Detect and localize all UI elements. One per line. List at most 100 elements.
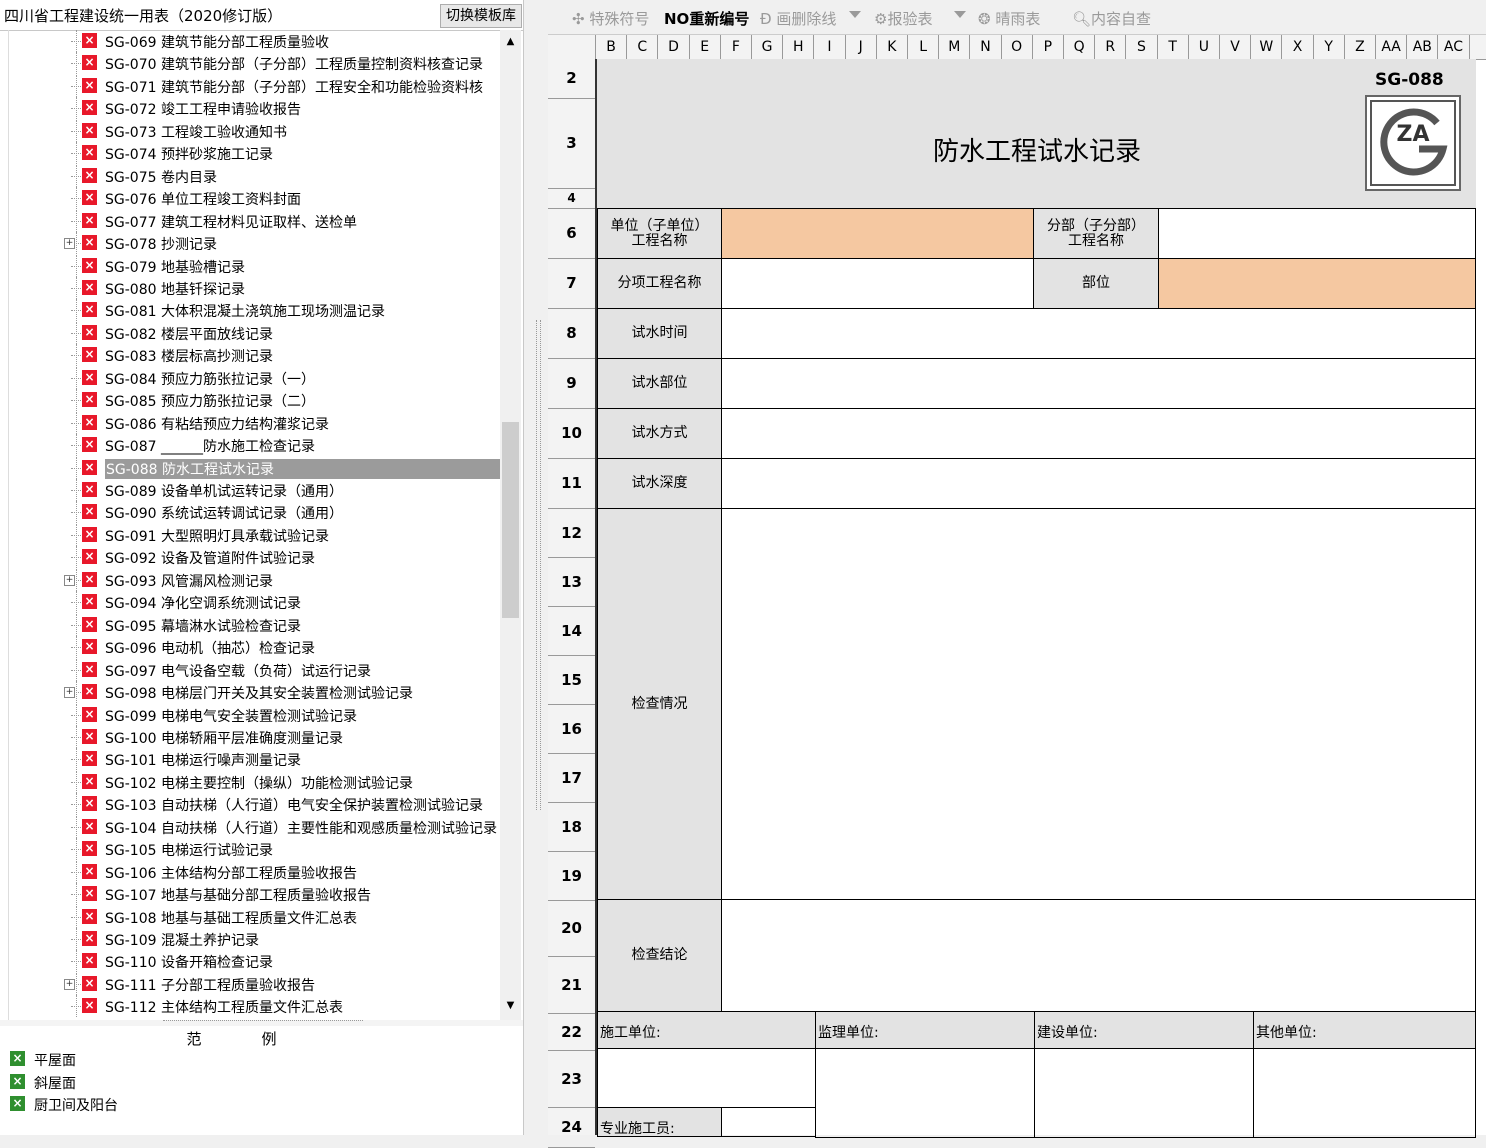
- column-header[interactable]: AB: [1407, 35, 1439, 59]
- test-depth-field[interactable]: [721, 458, 1476, 509]
- other-unit-field[interactable]: [1253, 1048, 1476, 1138]
- row-header[interactable]: 24: [548, 1108, 595, 1148]
- owner-unit-field[interactable]: [1034, 1048, 1254, 1138]
- row-header[interactable]: 16: [548, 705, 595, 754]
- column-header[interactable]: N: [970, 35, 1002, 59]
- column-header[interactable]: U: [1189, 35, 1220, 59]
- column-header[interactable]: AC: [1438, 35, 1470, 59]
- column-header[interactable]: S: [1126, 35, 1158, 59]
- tree-item[interactable]: × SG-088 防水工程试水记录: [9, 456, 502, 479]
- tree-item[interactable]: × SG-099 电梯电气安全装置检测试验记录: [9, 703, 501, 726]
- tree-item[interactable]: × SG-107 地基与基础分部工程质量验收报告: [9, 883, 501, 906]
- row-header[interactable]: 19: [548, 852, 595, 901]
- column-header[interactable]: T: [1158, 35, 1189, 59]
- column-header[interactable]: H: [783, 35, 815, 59]
- tree-item[interactable]: × SG-070 建筑节能分部（子分部）工程质量控制资料核查记录: [9, 52, 501, 75]
- tree-item[interactable]: × SG-094 净化空调系统测试记录: [9, 591, 501, 614]
- tree-item[interactable]: × SG-077 建筑工程材料见证取样、送检单: [9, 209, 501, 232]
- row-header[interactable]: 14: [548, 607, 595, 656]
- tree-item[interactable]: × SG-080 地基钎探记录: [9, 276, 501, 299]
- column-header[interactable]: Y: [1314, 35, 1345, 59]
- tree-item[interactable]: × SG-106 主体结构分部工程质量验收报告: [9, 860, 501, 883]
- tree-item[interactable]: × SG-105 电梯运行试验记录: [9, 838, 501, 861]
- tree-item[interactable]: × SG-090 系统试运转调试记录（通用）: [9, 501, 501, 524]
- tree-item[interactable]: × SG-096 电动机（抽芯）检查记录: [9, 636, 501, 659]
- tree-item[interactable]: × SG-069 建筑节能分部工程质量验收: [9, 30, 501, 52]
- inspection-form-button[interactable]: ⚙报验表: [874, 8, 932, 29]
- scroll-up-arrow-icon[interactable]: ▲: [500, 32, 521, 52]
- self-check-button[interactable]: 🔍︎内容自查: [1072, 8, 1151, 29]
- tree-item[interactable]: × SG-074 预拌砂浆施工记录: [9, 142, 501, 165]
- row-header[interactable]: 15: [548, 656, 595, 705]
- tree-item[interactable]: × SG-072 竣工工程申请验收报告: [9, 97, 501, 120]
- tree-item[interactable]: × SG-089 设备单机试运转记录（通用）: [9, 479, 501, 501]
- expand-icon[interactable]: +: [64, 687, 75, 699]
- template-tree[interactable]: × SG-069 建筑节能分部工程质量验收 × SG-070 建筑节能分部（子分部）工…: [8, 30, 523, 1020]
- tree-item[interactable]: × SG-092 设备及管道附件试验记录: [9, 546, 501, 569]
- tree-item[interactable]: × SG-081 大体积混凝土浇筑施工现场测温记录: [9, 299, 501, 322]
- chevron-down-icon[interactable]: [954, 11, 966, 18]
- column-header[interactable]: D: [658, 35, 690, 59]
- column-header[interactable]: O: [1002, 35, 1033, 59]
- row-header[interactable]: 20: [548, 901, 595, 957]
- conclusion-field[interactable]: [721, 899, 1476, 1012]
- splitter-grip[interactable]: [536, 320, 541, 810]
- row-header[interactable]: 3: [548, 99, 595, 189]
- tree-item[interactable]: × SG-103 自动扶梯（人行道）电气安全保护装置检测试验记录: [9, 793, 501, 816]
- expand-icon[interactable]: +: [64, 978, 75, 990]
- tree-item[interactable]: × SG-091 大型照明灯具承载试验记录: [9, 523, 501, 546]
- tree-item[interactable]: × SG-071 建筑节能分部（子分部）工程安全和功能检验资料核: [9, 74, 501, 97]
- tree-item[interactable]: + × SG-093 风管漏风检测记录: [9, 568, 501, 591]
- scroll-thumb[interactable]: [502, 422, 519, 618]
- column-header[interactable]: J: [846, 35, 877, 59]
- row-header[interactable]: 2: [548, 59, 595, 99]
- unit-name-field[interactable]: [721, 208, 1034, 259]
- test-area-field[interactable]: [721, 358, 1476, 409]
- test-method-field[interactable]: [721, 408, 1476, 459]
- legend-item[interactable]: × 平屋面: [0, 1048, 200, 1070]
- column-header[interactable]: M: [939, 35, 971, 59]
- tree-item[interactable]: + × SG-078 抄测记录: [9, 232, 501, 255]
- test-time-field[interactable]: [721, 308, 1476, 359]
- row-header[interactable]: 13: [548, 558, 595, 607]
- tree-item[interactable]: × SG-075 卷内目录: [9, 164, 501, 187]
- tree-item[interactable]: × SG-108 地基与基础工程质量文件汇总表: [9, 905, 501, 928]
- construction-unit-field[interactable]: [597, 1048, 816, 1108]
- column-header[interactable]: E: [690, 35, 721, 59]
- column-header[interactable]: I: [814, 35, 846, 59]
- tree-item[interactable]: × SG-109 混凝土养护记录: [9, 928, 501, 950]
- renumber-button[interactable]: NO重新编号: [664, 8, 749, 29]
- column-header[interactable]: Z: [1345, 35, 1376, 59]
- expand-icon[interactable]: +: [64, 574, 75, 586]
- column-header[interactable]: V: [1220, 35, 1252, 59]
- tree-item[interactable]: × SG-084 预应力筋张拉记录（一）: [9, 366, 501, 389]
- row-header[interactable]: 12: [548, 509, 595, 558]
- strikethrough-button[interactable]: Ð 画删除线: [760, 8, 836, 29]
- column-header[interactable]: X: [1282, 35, 1314, 59]
- row-header[interactable]: 11: [548, 459, 595, 509]
- expand-icon[interactable]: +: [64, 238, 75, 250]
- tree-item[interactable]: × SG-082 楼层平面放线记录: [9, 321, 501, 344]
- tree-item[interactable]: × SG-076 单位工程竣工资料封面: [9, 187, 501, 210]
- column-header[interactable]: B: [596, 35, 628, 59]
- column-header[interactable]: Q: [1064, 35, 1096, 59]
- row-header[interactable]: 6: [548, 209, 595, 259]
- supervision-unit-field[interactable]: [815, 1048, 1035, 1138]
- tree-item[interactable]: × SG-087 ______防水施工检查记录: [9, 434, 501, 457]
- column-header[interactable]: G: [752, 35, 784, 59]
- select-all-corner[interactable]: [548, 35, 596, 59]
- tree-item[interactable]: × SG-112 主体结构工程质量文件汇总表: [9, 995, 501, 1018]
- row-header[interactable]: 18: [548, 803, 595, 852]
- row-header[interactable]: 21: [548, 957, 595, 1014]
- tree-item[interactable]: × SG-079 地基验槽记录: [9, 254, 501, 277]
- tree-item[interactable]: × SG-083 楼层标高抄测记录: [9, 344, 501, 367]
- scroll-down-arrow-icon[interactable]: ▼: [500, 996, 521, 1016]
- column-header[interactable]: AA: [1376, 35, 1408, 59]
- tree-item[interactable]: × SG-073 工程竣工验收通知书: [9, 119, 501, 142]
- column-header[interactable]: P: [1033, 35, 1064, 59]
- chevron-down-icon[interactable]: [849, 11, 861, 18]
- tree-scrollbar[interactable]: ▲ ▼: [500, 30, 521, 1020]
- column-header[interactable]: L: [908, 35, 940, 59]
- location-field[interactable]: [1158, 258, 1476, 309]
- tree-item[interactable]: × SG-085 预应力筋张拉记录（二）: [9, 389, 501, 412]
